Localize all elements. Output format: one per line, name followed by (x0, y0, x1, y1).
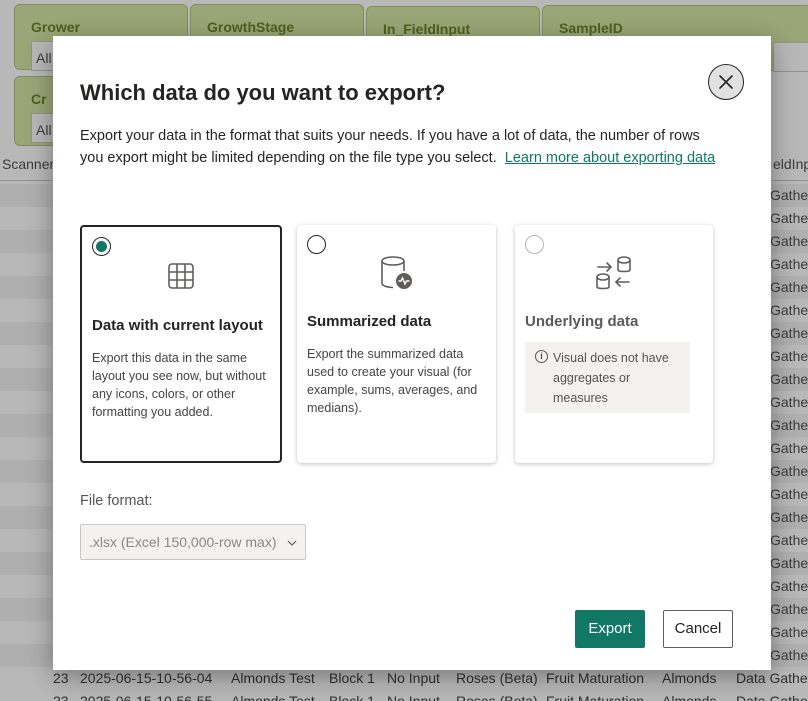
option-title: Underlying data (525, 313, 639, 330)
radio-current-layout[interactable] (92, 237, 111, 256)
option-title: Summarized data (307, 313, 432, 330)
option-underlying-data: Underlying data i Visual does not have a… (515, 225, 713, 463)
close-icon (719, 75, 733, 89)
table-grid-icon (168, 263, 194, 289)
chevron-down-icon (287, 540, 297, 546)
option-summarized-data[interactable]: Summarized data Export the summarized da… (297, 225, 496, 463)
export-data-dialog: Which data do you want to export? Export… (53, 36, 771, 670)
cancel-button[interactable]: Cancel (663, 610, 733, 648)
close-button[interactable] (708, 64, 744, 100)
database-activity-icon (380, 256, 412, 289)
export-button[interactable]: Export (575, 610, 645, 648)
info-text: Visual does not have aggregates or measu… (553, 351, 669, 405)
info-icon: i (535, 350, 548, 363)
file-format-dropdown: .xlsx (Excel 150,000-row max) (80, 524, 306, 560)
radio-underlying-data (525, 235, 544, 254)
option-description: Export this data in the same layout you … (92, 351, 266, 419)
radio-summarized-data[interactable] (307, 235, 326, 254)
data-transfer-icon (596, 256, 631, 290)
file-format-value: .xlsx (Excel 150,000-row max) (89, 534, 277, 550)
dialog-title: Which data do you want to export? (80, 80, 446, 105)
option-description: Export the summarized data used to creat… (307, 347, 478, 415)
dialog-description: Export your data in the format that suit… (80, 125, 720, 169)
option-current-layout[interactable]: Data with current layout Export this dat… (80, 225, 282, 463)
option-title: Data with current layout (92, 317, 263, 334)
file-format-label: File format: (80, 493, 153, 509)
info-message: i Visual does not have aggregates or mea… (525, 342, 690, 413)
learn-more-link[interactable]: Learn more about exporting data (505, 150, 715, 166)
